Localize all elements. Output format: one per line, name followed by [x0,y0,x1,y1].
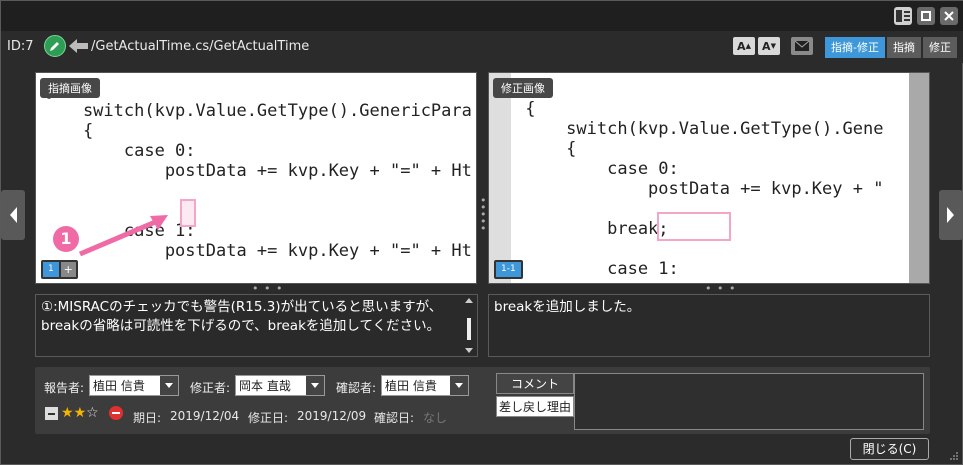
chevron-down-icon [455,383,463,388]
chevron-down-icon [311,383,319,388]
font-down-glyph: A [762,39,771,53]
fix-highlight-box [657,212,731,241]
close-icon[interactable] [940,7,958,25]
reporter-select[interactable]: 植田 信貴 [89,375,179,396]
issue-add-page-button[interactable]: + [60,262,76,277]
vertical-grip-icon[interactable]: • • • • • [480,195,488,234]
next-button[interactable] [939,190,963,240]
resize-grip-icon[interactable] [949,451,959,461]
issue-code-line: postData += kvp.Key + "=" + Ht [42,161,472,181]
confirmed-value: なし [423,411,448,425]
prev-button[interactable] [1,190,25,240]
mode-tabs: 指摘-修正 指摘 修正 [825,37,957,58]
star-icon[interactable]: ★ [74,405,87,421]
font-decrease-button[interactable]: A ▼ [758,37,780,55]
chevron-left-icon [10,207,17,223]
horizontal-grip-icon[interactable]: • • • [252,283,283,294]
fix-code-line: { [515,99,536,119]
comment-scrollbar[interactable] [464,298,474,353]
fix-code-line [515,239,883,259]
mail-button[interactable] [791,37,813,55]
chevron-down-icon [165,383,173,388]
modifier-select[interactable]: 岡本 直哉 [235,375,325,396]
issue-code-line [42,181,472,201]
issue-comment-box[interactable]: ①:MISRACのチェッカでも警告(R15.3)が出ていると思いますが、brea… [35,294,478,357]
pink-arrow-icon [79,215,168,257]
mail-icon [795,41,809,51]
reporter-label: 報告者: [44,381,85,395]
issue-page-control: 1 + [41,260,78,279]
fix-comment-box[interactable]: breakを追加しました。 [488,294,930,357]
tab-comment[interactable]: コメント [496,373,574,394]
modified-value: 2019/12/09 [297,409,367,423]
modifier-label: 修正者: [190,381,231,395]
info-panel: 報告者: 植田 信貴 修正者: 岡本 直哉 確認者: 植田 信貴 ★ ★ ☆ 期日:… [35,367,930,434]
chevron-right-icon [947,207,954,223]
issue-image-panel[interactable]: 指摘画像 { switch(kvp.Value.GetType().Generi… [35,72,477,284]
star-icon[interactable]: ★ [61,405,74,421]
header-bar: ID:7 /GetActualTime.cs/GetActualTime A ▲ … [1,31,963,63]
issue-comment-text: ①:MISRACのチェッカでも警告(R15.3)が出ていると思いますが、brea… [41,299,443,334]
confirmer-select[interactable]: 植田 信貴 [381,375,469,396]
id-label: ID:7 [7,39,34,54]
confirmer-value: 植田 信貴 [385,379,437,393]
reporter-value: 植田 信貴 [93,379,145,393]
fix-code-line: case 1: [515,259,679,279]
tab-issue[interactable]: 指摘 [887,37,921,58]
maximize-icon[interactable] [917,7,935,25]
modified-label: 修正日: [248,411,289,425]
confirmed-label: 確認日: [374,411,415,425]
fix-image-left-margin [489,73,511,283]
close-button[interactable]: 閉じる(C) [850,438,929,460]
issue-page-number[interactable]: 1 [43,262,59,277]
due-label: 期日: [133,411,162,425]
modifier-value: 岡本 直哉 [239,379,291,393]
tab-fix[interactable]: 修正 [923,37,957,58]
fix-page-control: 1-1 [494,260,523,279]
title-bar [1,1,963,31]
horizontal-grip-icon-right[interactable]: • • • [705,283,736,294]
tab-reject-reason[interactable]: 差し戻し理由 [496,396,574,417]
layout-icon[interactable] [894,7,912,25]
collapse-icon[interactable] [45,407,58,420]
pencil-icon [50,42,59,51]
issue-marker[interactable]: 1 [53,226,79,252]
fix-page-number[interactable]: 1-1 [496,262,521,277]
issue-highlight-box [180,199,196,227]
tab-issue-fix[interactable]: 指摘-修正 [825,37,885,58]
issue-image-tag: 指摘画像 [40,78,100,98]
file-path: /GetActualTime.cs/GetActualTime [91,39,310,54]
fix-code-image: se { switch(kvp.Value.GetType().Gene { c… [515,79,883,279]
confirmer-label: 確認者: [336,381,377,395]
comment-textarea[interactable] [574,373,924,430]
window: ID:7 /GetActualTime.cs/GetActualTime A ▲ … [0,0,963,465]
star-icon[interactable]: ☆ [86,405,99,421]
fix-code-line: { [515,139,577,159]
issue-code-line: case 0: [42,141,196,161]
fix-code-line: se [515,79,883,99]
issue-code-line: switch(kvp.Value.GetType().GenericPara [42,101,472,121]
fix-image-tag: 修正画像 [493,78,553,98]
issue-code-line: { [42,121,94,141]
due-value: 2019/12/04 [170,409,240,423]
fix-code-line: switch(kvp.Value.GetType().Gene [515,119,884,139]
issue-code-line: { [42,81,472,101]
font-up-glyph: A [737,39,746,53]
fix-code-line: postData += kvp.Key + " [515,179,884,199]
font-increase-button[interactable]: A ▲ [733,37,755,55]
rating-stars[interactable]: ★ ★ ☆ [61,405,99,421]
edit-button[interactable] [44,35,66,57]
fix-image-panel[interactable]: 修正画像 se { switch(kvp.Value.GetType().Gen… [488,72,930,284]
fix-code-line: case 0: [515,159,679,179]
fix-comment-text: breakを追加しました。 [494,299,641,315]
remove-icon[interactable] [109,406,123,420]
fix-image-scrollbar[interactable] [909,73,929,283]
back-arrow-icon[interactable] [69,38,89,54]
